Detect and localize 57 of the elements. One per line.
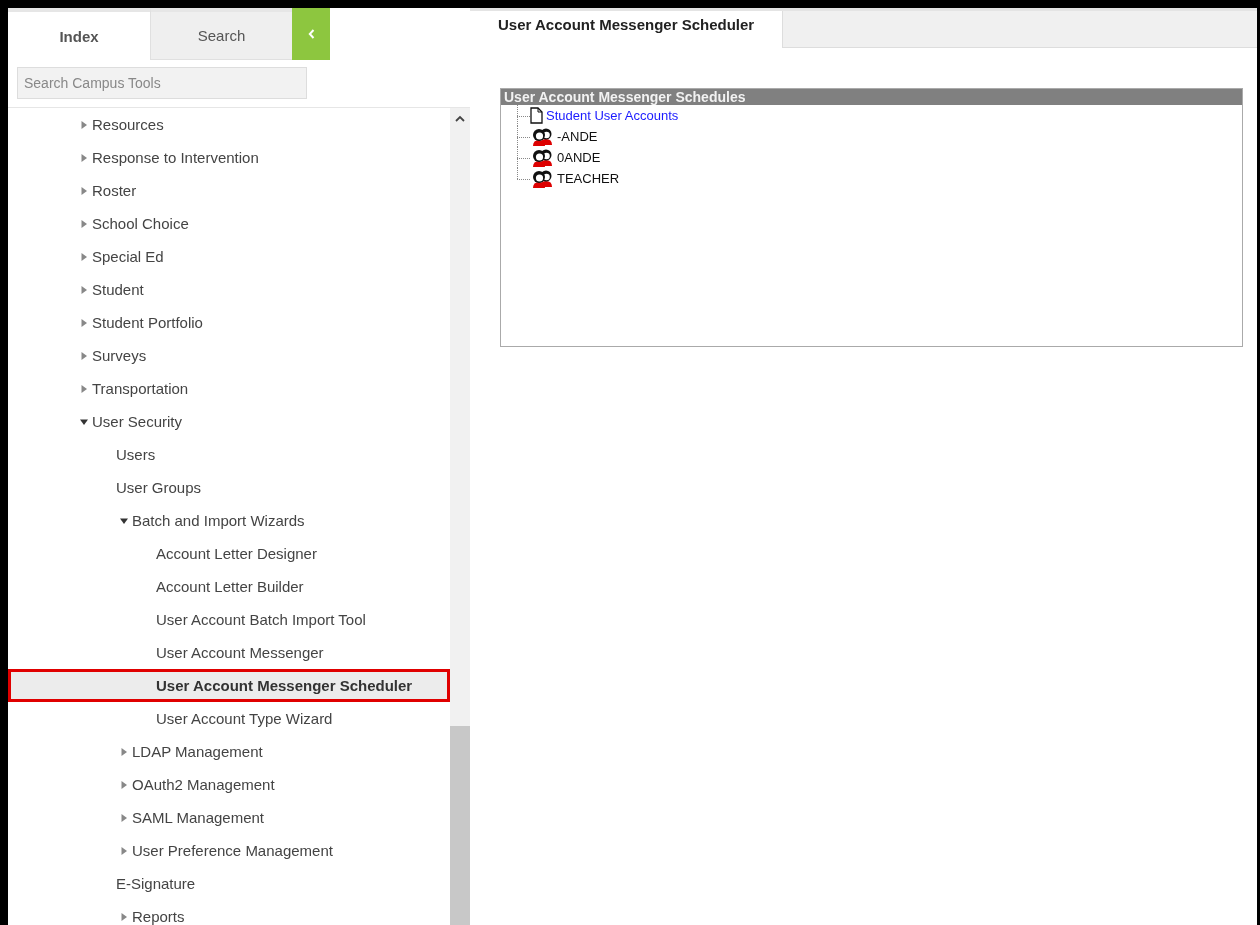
collapsed-arrow-icon[interactable] — [120, 813, 128, 822]
panel-title: User Account Messenger Schedules — [501, 89, 1242, 105]
tree-item[interactable]: User Account Batch Import Tool — [156, 611, 366, 628]
collapsed-arrow-icon[interactable] — [120, 780, 128, 789]
collapsed-arrow-icon[interactable] — [120, 846, 128, 855]
tree-item[interactable]: Account Letter Designer — [156, 545, 317, 562]
tree-folder[interactable]: User Preference Management — [132, 842, 333, 859]
collapsed-arrow-icon[interactable] — [80, 252, 88, 261]
tree-item[interactable]: User Account Type Wizard — [156, 710, 333, 727]
scroll-up-icon[interactable] — [455, 114, 465, 122]
search-field[interactable]: Search Campus Tools — [17, 67, 307, 99]
sidebar-tab[interactable]: Search — [150, 8, 292, 60]
chevron-left-icon — [307, 29, 315, 39]
tree-folder[interactable]: Transportation — [92, 380, 189, 397]
user-group-item[interactable]: -ANDE — [557, 129, 598, 144]
tree-item[interactable]: User Account Messenger — [156, 644, 324, 661]
tree-folder[interactable]: Reports — [132, 908, 185, 925]
tree-folder[interactable]: User Security — [92, 413, 183, 430]
user-group-item[interactable]: TEACHER — [557, 171, 620, 186]
tree-folder[interactable]: Special Ed — [92, 248, 164, 265]
collapsed-arrow-icon[interactable] — [120, 912, 128, 921]
scrollbar-thumb[interactable] — [450, 726, 470, 925]
tree-folder[interactable]: Student — [92, 281, 144, 298]
collapsed-arrow-icon[interactable] — [80, 285, 88, 294]
user-group-icon — [530, 147, 554, 168]
tree-folder[interactable]: OAuth2 Management — [132, 776, 275, 793]
collapsed-arrow-icon[interactable] — [80, 384, 88, 393]
tree-folder[interactable]: Batch and Import Wizards — [132, 512, 305, 529]
tree-folder[interactable]: School Choice — [92, 215, 189, 232]
document-icon — [530, 107, 543, 124]
user-group-item[interactable]: 0ANDE — [557, 150, 601, 165]
expanded-arrow-icon[interactable] — [120, 516, 128, 525]
scrollbar[interactable] — [450, 108, 470, 925]
user-group-icon — [530, 168, 554, 189]
tree-folder[interactable]: SAML Management — [132, 809, 264, 826]
collapsed-arrow-icon[interactable] — [80, 351, 88, 360]
schedule-link[interactable]: Student User Accounts — [546, 108, 679, 123]
tree-folder[interactable]: LDAP Management — [132, 743, 263, 760]
tree-folder[interactable]: Surveys — [92, 347, 147, 364]
tree-item[interactable]: User Groups — [116, 479, 202, 496]
collapsed-arrow-icon[interactable] — [80, 219, 88, 228]
selected-tree-item[interactable]: User Account Messenger Scheduler — [8, 669, 450, 702]
tree-item[interactable]: Account Letter Builder — [156, 578, 304, 595]
tree-folder[interactable]: Resources — [92, 116, 164, 133]
tree-folder[interactable]: Response to Intervention — [92, 149, 259, 166]
tree-folder[interactable]: Roster — [92, 182, 137, 199]
collapsed-arrow-icon[interactable] — [120, 747, 128, 756]
collapsed-arrow-icon[interactable] — [80, 186, 88, 195]
collapsed-arrow-icon[interactable] — [80, 153, 88, 162]
collapsed-arrow-icon[interactable] — [80, 318, 88, 327]
collapsed-arrow-icon[interactable] — [80, 120, 88, 129]
tree-item[interactable]: E-Signature — [116, 875, 196, 892]
tree-item[interactable]: Users — [116, 446, 156, 463]
page-tab[interactable]: User Account Messenger Scheduler — [470, 11, 784, 48]
tree-folder[interactable]: Student Portfolio — [92, 314, 203, 331]
expanded-arrow-icon[interactable] — [80, 417, 88, 426]
user-group-icon — [530, 126, 554, 147]
